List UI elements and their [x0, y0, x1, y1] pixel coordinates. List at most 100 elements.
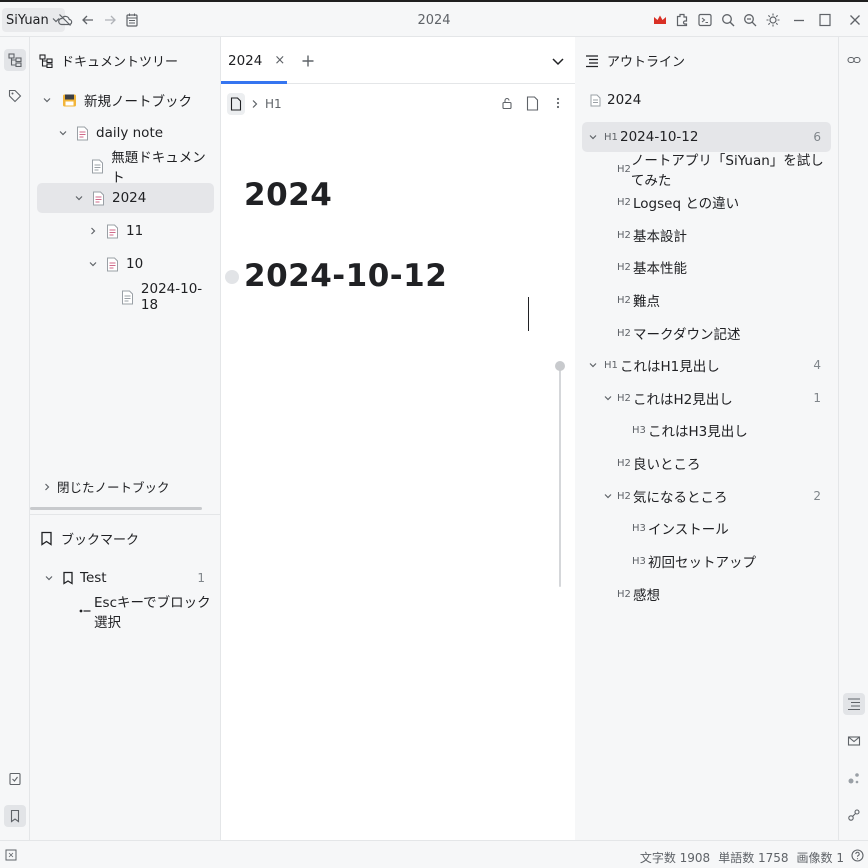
outline-item[interactable]: H2 これはH2見出し 1: [582, 383, 831, 413]
backlinks-icon[interactable]: [843, 49, 865, 71]
search-icon[interactable]: [719, 11, 737, 29]
chevron-right-icon[interactable]: [85, 223, 101, 239]
outline-item[interactable]: H2 感想: [582, 579, 831, 609]
outline-item[interactable]: H3 これはH3見出し: [582, 415, 831, 445]
heading-level-icon: H1: [604, 131, 618, 143]
chevron-down-icon[interactable]: [55, 125, 71, 141]
outline-item[interactable]: H2 マークダウン記述: [582, 318, 831, 348]
heading-block-active[interactable]: 2024-10-12: [244, 258, 447, 294]
heading-block[interactable]: 2024: [244, 177, 332, 213]
outline-title: アウトライン: [607, 55, 686, 70]
tree-item-label: 2024: [112, 190, 147, 206]
search-replace-icon[interactable]: [741, 11, 759, 29]
block-handle-icon[interactable]: [225, 270, 239, 284]
document-icon: [120, 289, 135, 305]
editor-scrollbar[interactable]: [559, 365, 561, 587]
crown-icon[interactable]: [651, 11, 669, 29]
forward-arrow-icon[interactable]: [101, 11, 119, 29]
outline-item[interactable]: H2 気になるところ 2: [582, 481, 831, 511]
tab-list-chevron-icon[interactable]: [549, 52, 567, 70]
outline-item[interactable]: H3 初回セットアップ: [582, 546, 831, 576]
global-graph-icon[interactable]: [843, 804, 865, 826]
chevron-down-icon[interactable]: [601, 391, 615, 405]
document-icon: [90, 158, 105, 174]
outline-item[interactable]: H1 これはH1見出し 4: [582, 350, 831, 380]
chevron-down-icon[interactable]: [41, 570, 57, 586]
file-tree-icon[interactable]: [4, 49, 26, 71]
outline-doc[interactable]: 2024: [582, 85, 831, 115]
inbox-check-icon[interactable]: [4, 768, 26, 790]
calendar-icon[interactable]: [123, 11, 141, 29]
title-bar: SiYuan 2024: [0, 0, 868, 37]
back-arrow-icon[interactable]: [79, 11, 97, 29]
tree-item-notebook[interactable]: 新規ノートブック: [37, 85, 214, 115]
unlock-icon[interactable]: [498, 94, 516, 112]
tree-item-label: 11: [126, 223, 144, 239]
tab-2024[interactable]: 2024 ×: [221, 37, 287, 84]
tab-close-icon[interactable]: ×: [274, 53, 285, 68]
close-window-icon[interactable]: [846, 11, 864, 29]
bookmark-item-label: Escキーでブロック選択: [94, 595, 211, 631]
tag-icon[interactable]: [4, 85, 26, 107]
terminal-icon[interactable]: [696, 11, 714, 29]
outline-item[interactable]: H2 難点: [582, 285, 831, 315]
document-icon: [90, 190, 106, 206]
chevron-down-icon[interactable]: [71, 190, 87, 206]
new-tab-plus-icon[interactable]: [299, 52, 317, 70]
heading-level-icon: H2: [617, 261, 631, 273]
outline-item[interactable]: H2 良いところ: [582, 448, 831, 478]
outline-item-label: 感想: [633, 588, 660, 604]
outline-item[interactable]: H2 基本設計: [582, 220, 831, 250]
tree-item-10[interactable]: 10: [37, 249, 214, 279]
chevron-down-icon[interactable]: [586, 358, 600, 372]
bookmark-group-test[interactable]: Test 1: [37, 563, 214, 593]
status-bar: 文字数 1908 単語数 1758 画像数 1: [0, 840, 868, 868]
chevron-down-icon[interactable]: [39, 92, 55, 108]
breadcrumb-heading[interactable]: H1: [265, 97, 282, 111]
graph-icon[interactable]: [843, 767, 865, 789]
document-info-icon[interactable]: [523, 94, 541, 112]
chevron-down-icon[interactable]: [586, 130, 600, 144]
tree-item-label: 新規ノートブック: [84, 94, 192, 110]
more-vertical-icon[interactable]: [549, 94, 567, 112]
mail-icon[interactable]: [843, 730, 865, 752]
outline-dock-icon[interactable]: [843, 693, 865, 715]
document-icon[interactable]: [227, 93, 245, 115]
right-dock: [838, 37, 868, 840]
tree-item-untitled[interactable]: 無題ドキュメント: [37, 150, 214, 186]
file-tree-icon: [39, 53, 53, 68]
chevron-down-icon[interactable]: [85, 256, 101, 272]
tree-item-11[interactable]: 11: [37, 216, 214, 246]
heading-level-icon: H2: [617, 294, 631, 306]
maximize-icon[interactable]: [816, 11, 834, 29]
outline-item[interactable]: H3 インストール: [582, 513, 831, 543]
outline-item[interactable]: H2 ノートアプリ「SiYuan」を試してみた: [582, 153, 831, 189]
outline-item-label: 基本性能: [633, 261, 687, 277]
minimize-icon[interactable]: [790, 11, 808, 29]
file-tree-panel: ドキュメントツリー 新規ノートブック daily note 無題ドキュメント 2…: [30, 37, 221, 840]
bookmark-item[interactable]: Escキーでブロック選択: [37, 595, 214, 631]
plugin-icon[interactable]: [673, 11, 691, 29]
panel-divider: [30, 514, 221, 515]
outline-item[interactable]: H2 基本性能: [582, 252, 831, 282]
outline-item-label: インストール: [648, 522, 729, 538]
file-tree-scrollbar[interactable]: [30, 507, 202, 510]
outline-item-label: 2024-10-12: [620, 129, 699, 145]
outline-item[interactable]: H1 2024-10-12 6: [582, 122, 831, 152]
tree-item-daily-note[interactable]: daily note: [37, 118, 214, 148]
outline-item[interactable]: H2 Logseq との違い: [582, 187, 831, 217]
outline-item-label: ノートアプリ「SiYuan」を試してみた: [630, 153, 824, 189]
heading-level-icon: H2: [617, 490, 631, 502]
chevron-down-icon[interactable]: [601, 489, 615, 503]
help-icon[interactable]: [850, 848, 864, 862]
dock-toggle-icon[interactable]: [4, 848, 18, 862]
cloud-off-icon[interactable]: [56, 11, 74, 29]
word-count: 単語数 1758: [718, 851, 789, 865]
tree-item-2024-10-18[interactable]: 2024-10-18: [37, 281, 214, 313]
scroll-position-handle[interactable]: [555, 361, 565, 371]
tree-item-2024[interactable]: 2024: [37, 183, 214, 213]
bookmark-dock-icon[interactable]: [4, 805, 26, 827]
closed-notebooks-toggle[interactable]: 閉じたノートブック: [42, 477, 170, 496]
theme-sun-icon[interactable]: [764, 11, 782, 29]
bookmark-group-label: Test: [80, 570, 107, 586]
